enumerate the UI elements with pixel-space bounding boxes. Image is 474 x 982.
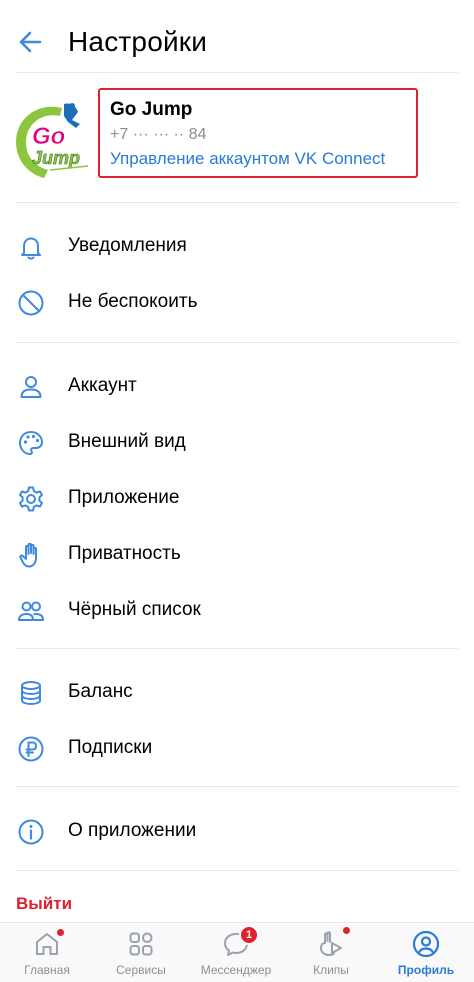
tab-profile[interactable]: Профиль (379, 923, 473, 982)
ruble-icon (18, 736, 44, 762)
profile-section: Go Jump Go Jump +7 ··· ··· ·· 84 Управле… (0, 80, 474, 200)
coins-icon (21, 681, 41, 706)
go-jump-logo: Go Jump (16, 103, 89, 178)
menu-item-application[interactable]: Приложение (0, 470, 474, 526)
tab-label: Клипы (313, 963, 349, 977)
svg-text:Jump: Jump (32, 148, 80, 168)
menu-item-subscriptions[interactable]: Подписки (0, 720, 474, 776)
divider (16, 870, 458, 871)
tab-label: Главная (24, 963, 70, 977)
notification-dot (343, 927, 350, 934)
divider (16, 202, 458, 203)
tab-clips[interactable]: Клипы (284, 923, 378, 982)
profile-name: Go Jump (110, 99, 193, 120)
menu-item-label: Не беспокоить (68, 291, 198, 312)
menu-item-label: Уведомления (68, 235, 187, 256)
menu-item-appearance[interactable]: Внешний вид (0, 414, 474, 470)
clips-icon (320, 931, 342, 956)
svg-text:Go: Go (32, 123, 65, 150)
services-grid-icon (129, 932, 153, 956)
menu-item-label: Приватность (68, 543, 181, 564)
gear-icon (19, 486, 43, 512)
menu-item-label: Приложение (68, 487, 180, 508)
notification-dot (57, 929, 64, 936)
unread-badge: 1 (239, 925, 259, 945)
divider (16, 786, 458, 787)
manage-vk-connect-link[interactable]: Управление аккаунтом VK Connect (110, 148, 385, 170)
users-icon (18, 601, 44, 621)
block-icon (18, 290, 44, 316)
menu-item-label: Подписки (68, 737, 153, 758)
hand-icon (19, 542, 37, 568)
logout-button[interactable]: Выйти (16, 892, 72, 916)
page-title: Настройки (68, 26, 208, 57)
divider (16, 342, 458, 343)
bottom-tab-bar: Главная Сервисы 1 Мессенджер Клипы Профи… (0, 922, 474, 982)
arrow-left-icon (19, 31, 42, 53)
menu-item-about[interactable]: О приложении (0, 803, 474, 859)
palette-icon (19, 431, 43, 455)
divider (16, 72, 458, 73)
menu-item-label: Внешний вид (68, 431, 186, 452)
profile-phone: +7 ··· ··· ·· 84 (110, 126, 207, 143)
profile-info-highlight[interactable]: Go Jump +7 ··· ··· ·· 84 Управление акка… (98, 88, 418, 178)
tab-home[interactable]: Главная (0, 923, 94, 982)
menu-item-notifications[interactable]: Уведомления (0, 218, 474, 274)
header: Настройки (0, 0, 474, 80)
menu-item-label: Чёрный список (68, 599, 201, 620)
menu-item-blacklist[interactable]: Чёрный список (0, 582, 474, 638)
info-icon (18, 819, 44, 845)
bell-icon (21, 237, 41, 260)
divider (16, 648, 458, 649)
avatar[interactable]: Go Jump (10, 100, 94, 184)
menu-item-privacy[interactable]: Приватность (0, 526, 474, 582)
tab-label: Мессенджер (200, 963, 272, 977)
menu-item-label: Баланс (68, 681, 133, 702)
tab-label: Сервисы (116, 963, 166, 977)
menu-item-label: О приложении (68, 820, 197, 841)
tab-label: Профиль (397, 963, 455, 977)
profile-circle-icon (412, 930, 440, 958)
menu-item-account[interactable]: Аккаунт (0, 358, 474, 414)
back-button[interactable] (12, 24, 48, 60)
menu-item-do-not-disturb[interactable]: Не беспокоить (0, 274, 474, 330)
tab-messenger[interactable]: 1 Мессенджер (189, 923, 283, 982)
settings-screen: Настройки Go Jump Go Jump +7 ··· ··· ·· … (0, 0, 474, 982)
user-icon (20, 376, 42, 398)
menu-item-balance[interactable]: Баланс (0, 664, 474, 720)
menu-item-label: Аккаунт (68, 375, 137, 396)
tab-services[interactable]: Сервисы (94, 923, 188, 982)
